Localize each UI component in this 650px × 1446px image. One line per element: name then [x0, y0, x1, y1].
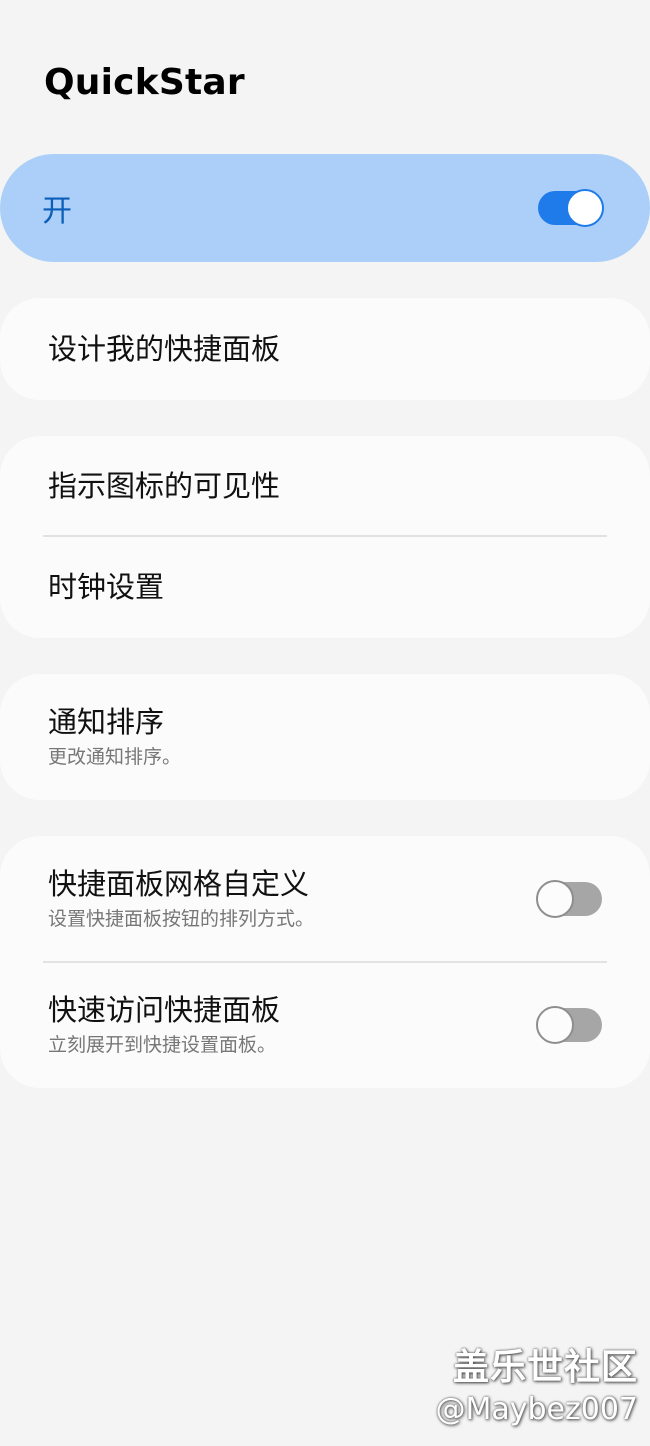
watermark-username: @Maybez007 — [435, 1392, 638, 1427]
list-item-grid-customize[interactable]: 快捷面板网格自定义 设置快捷面板按钮的排列方式。 — [0, 836, 650, 962]
list-item-title: 设计我的快捷面板 — [48, 332, 281, 366]
list-item-title: 快捷面板网格自定义 — [48, 867, 310, 901]
toggle-knob — [566, 189, 604, 227]
list-item-subtitle: 立刻展开到快捷设置面板。 — [48, 1034, 277, 1056]
list-item-quick-access[interactable]: 快速访问快捷面板 立刻展开到快捷设置面板。 — [0, 962, 650, 1088]
settings-card-icons-clock: 指示图标的可见性 时钟设置 — [0, 436, 650, 638]
settings-card-notification-order: 通知排序 更改通知排序。 — [0, 674, 650, 800]
settings-card-panel-options: 快捷面板网格自定义 设置快捷面板按钮的排列方式。 快速访问快捷面板 立刻展开到快… — [0, 836, 650, 1088]
list-item-subtitle: 更改通知排序。 — [48, 746, 182, 768]
list-item-subtitle: 设置快捷面板按钮的排列方式。 — [48, 908, 315, 930]
list-item-title: 指示图标的可见性 — [48, 469, 281, 503]
list-item-clock-settings[interactable]: 时钟设置 — [0, 536, 650, 638]
master-switch-row[interactable]: 开 — [0, 154, 650, 262]
master-switch-label: 开 — [42, 194, 72, 229]
list-item-icon-visibility[interactable]: 指示图标的可见性 — [0, 436, 650, 536]
watermark-community: 盖乐世社区 — [452, 1347, 638, 1388]
master-toggle-switch[interactable] — [538, 189, 604, 227]
list-item-title: 快速访问快捷面板 — [48, 993, 281, 1027]
list-item-design-panel[interactable]: 设计我的快捷面板 — [0, 298, 650, 400]
quick-access-toggle[interactable] — [536, 1006, 602, 1044]
list-item-title: 通知排序 — [48, 705, 165, 739]
toggle-knob — [536, 880, 574, 918]
list-item-title: 时钟设置 — [48, 570, 165, 604]
list-item-notification-order[interactable]: 通知排序 更改通知排序。 — [0, 674, 650, 800]
toggle-knob — [536, 1006, 574, 1044]
grid-customize-toggle[interactable] — [536, 880, 602, 918]
page-title: QuickStar — [44, 62, 245, 103]
settings-card-design-panel: 设计我的快捷面板 — [0, 298, 650, 400]
